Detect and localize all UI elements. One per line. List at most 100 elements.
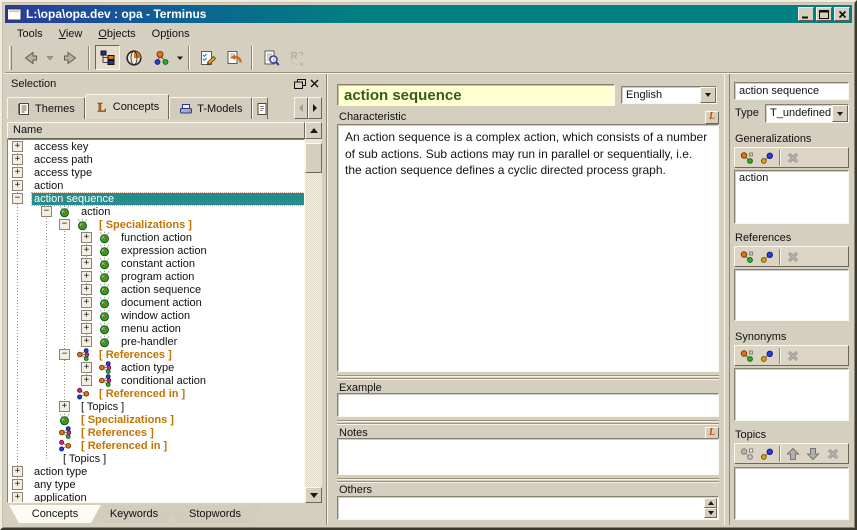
tree-item[interactable]: + action type [8,361,304,374]
synonyms-list[interactable] [734,368,849,421]
tree-item[interactable]: + pre-handler [8,335,304,348]
browse-button[interactable] [121,45,146,70]
tree-item-label[interactable]: [ Referenced in ] [79,440,169,452]
link-synonym-button[interactable] [759,348,775,364]
tree-item-label[interactable]: [ Specializations ] [79,414,176,426]
tree-item-label[interactable]: window action [119,310,192,322]
tree-item-label[interactable]: action [32,180,65,192]
tree-item-label[interactable]: [ References ] [79,427,156,439]
language-select[interactable]: English [621,86,717,104]
move-topic-down-button[interactable] [805,446,821,462]
add-generalization-button[interactable] [739,150,755,166]
edit-properties-button[interactable] [195,45,220,70]
expand-icon[interactable]: + [12,492,23,503]
tree-item-label[interactable]: expression action [119,245,209,257]
expand-icon[interactable]: + [81,258,92,269]
collapse-icon[interactable]: − [59,219,70,230]
link-topic-button[interactable] [759,446,775,462]
bottom-tab-stopwords[interactable]: Stopwords [167,505,263,523]
add-synonym-button[interactable] [739,348,755,364]
tree-scroll-down-button[interactable] [305,487,322,503]
expand-icon[interactable]: + [81,232,92,243]
tree-item[interactable]: +document action [8,296,304,309]
tree-item[interactable]: −action [8,205,304,218]
refresh-button[interactable]: R [284,45,309,70]
tree-item-label[interactable]: any type [32,479,78,491]
remove-synonym-button[interactable] [785,348,801,364]
expand-icon[interactable]: + [81,336,92,347]
tree-item-label[interactable]: action type [32,466,89,478]
expand-icon[interactable]: + [81,310,92,321]
tree-scrollbar-thumb[interactable] [305,143,322,173]
expand-icon[interactable]: + [12,466,23,477]
tree-item[interactable]: +function action [8,231,304,244]
expand-icon[interactable]: + [12,167,23,178]
tree-item[interactable]: + action sequence [8,283,304,296]
tree-item[interactable]: + action [8,179,304,192]
forward-button[interactable] [58,45,83,70]
expand-icon[interactable]: + [12,154,23,165]
language-dropdown-button[interactable] [700,87,716,103]
others-scroll-up-button[interactable] [704,498,717,508]
tree-item[interactable]: +[ Topics ] [8,400,304,413]
expand-icon[interactable]: + [59,401,70,412]
menu-tools[interactable]: Tools [9,26,51,42]
collapse-icon[interactable]: − [59,349,70,360]
tree-item-label[interactable]: access type [32,167,94,179]
tree-item-label[interactable]: action sequence [32,193,304,205]
tree-item[interactable]: [ Topics ] [8,452,304,465]
type-dropdown-button[interactable] [832,105,848,122]
tree-item[interactable]: +access path [8,153,304,166]
expand-icon[interactable]: + [81,323,92,334]
tree-item-label[interactable]: action type [119,362,176,374]
tree-item-label[interactable]: constant action [119,258,197,270]
expand-icon[interactable]: + [81,362,92,373]
tree-item-label[interactable]: [ Specializations ] [97,219,194,231]
tree-item[interactable]: + access type [8,166,304,179]
collapse-icon[interactable]: − [12,193,23,204]
list-item[interactable]: action [739,172,844,185]
toolbar-grip[interactable] [9,46,12,70]
tab-partial[interactable] [252,97,268,119]
close-panel-icon[interactable] [307,77,322,90]
tree-item[interactable]: − [ Specializations ] [8,218,304,231]
bottom-tab-concepts[interactable]: Concepts [9,505,101,523]
link-reference-button[interactable] [759,249,775,265]
tree-item-label[interactable]: [ Referenced in ] [97,388,187,400]
others-scroll-down-button[interactable] [704,508,717,518]
tab-t-models[interactable]: T-Models [169,97,252,119]
tree-item-label[interactable]: [ Topics ] [61,453,108,465]
expand-icon[interactable]: + [81,271,92,282]
expand-icon[interactable]: + [81,297,92,308]
tree-item[interactable]: −[ References ] [8,348,304,361]
bottom-tab-keywords[interactable]: Keywords [91,505,177,523]
splitter-handle[interactable] [337,375,719,380]
menu-view[interactable]: View [51,26,91,42]
references-list[interactable] [734,269,849,321]
tree-item-label[interactable]: pre-handler [119,336,179,348]
tree-scrollbar[interactable] [305,139,322,503]
notes-textarea[interactable] [337,438,719,475]
minimize-button[interactable] [798,7,814,21]
menu-objects[interactable]: Objects [90,26,143,42]
tab-scroll-left-button[interactable] [294,97,308,119]
tree-item[interactable]: +conditional action [8,374,304,387]
example-textarea[interactable] [337,393,719,417]
close-button[interactable] [834,7,850,21]
remove-generalization-button[interactable] [785,150,801,166]
tree-item[interactable]: +access key [8,140,304,153]
tree-item-label[interactable]: action sequence [119,284,203,296]
collapse-icon[interactable]: − [41,206,52,217]
float-panel-icon[interactable] [292,77,307,90]
revert-button[interactable] [221,45,246,70]
expand-icon[interactable]: + [12,479,23,490]
type-select[interactable]: T_undefined [765,104,849,123]
maximize-button[interactable] [816,7,832,21]
tree-item[interactable]: [ Referenced in ] [8,387,304,400]
expand-icon[interactable]: + [12,180,23,191]
tree-item-label[interactable]: access key [32,141,90,153]
tab-concepts[interactable]: LConcepts [85,94,169,119]
tree-item[interactable]: + any type [8,478,304,491]
expand-icon[interactable]: + [81,284,92,295]
name-column-header[interactable]: Name [7,122,305,139]
